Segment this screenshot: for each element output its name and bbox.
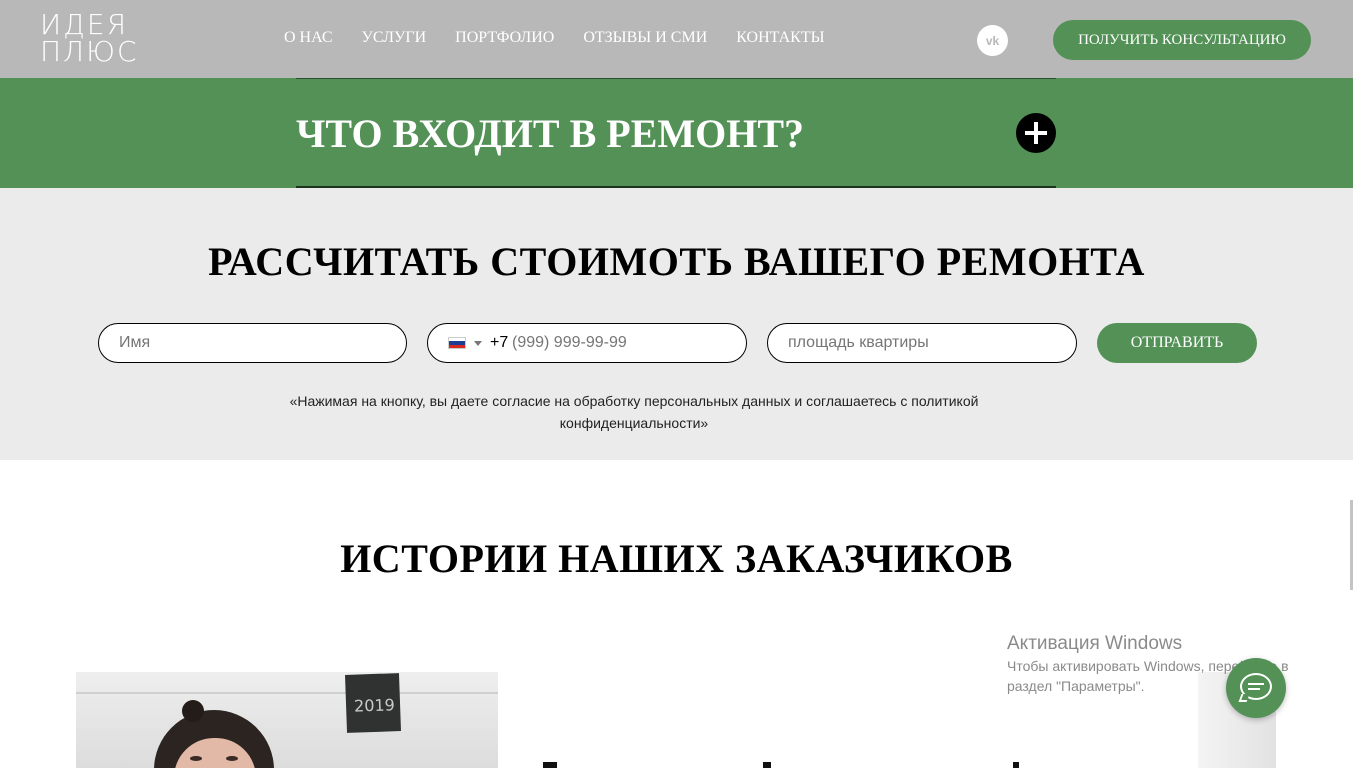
logo-line-2: ПЛЮС: [40, 35, 139, 68]
consultation-button[interactable]: ПОЛУЧИТЬ КОНСУЛЬТАЦИЮ: [1053, 20, 1311, 60]
story-text-cutoff: [543, 762, 1023, 768]
nav-item-about[interactable]: О НАС: [284, 29, 333, 47]
photo-cabinet: [76, 692, 498, 694]
nav-item-portfolio[interactable]: ПОРТФОЛИО: [455, 29, 554, 47]
russia-flag-icon[interactable]: [448, 337, 466, 349]
submit-button[interactable]: ОТПРАВИТЬ: [1097, 323, 1257, 363]
chat-icon-tail: [1238, 694, 1250, 702]
chat-icon-line: [1248, 688, 1260, 690]
chat-button[interactable]: [1226, 658, 1286, 718]
nav-item-reviews[interactable]: ОТЗЫВЫ И СМИ: [583, 29, 707, 47]
vk-icon-label: vk: [985, 33, 1000, 48]
photo-sign-text: 2019: [353, 695, 396, 716]
calc-form-section: РАССЧИТАТЬ СТОИМОТЬ ВАШЕГО РЕМОНТА +7 ОТ…: [0, 188, 1353, 460]
site-header: ИДЕЯ ПЛЮС О НАС УСЛУГИ ПОРТФОЛИО ОТЗЫВЫ …: [0, 0, 1353, 78]
chevron-down-icon[interactable]: [474, 341, 482, 346]
photo-sign: 2019: [345, 673, 401, 733]
main-nav: О НАС УСЛУГИ ПОРТФОЛИО ОТЗЫВЫ И СМИ КОНТ…: [284, 29, 854, 47]
accordion-title[interactable]: ЧТО ВХОДИТ В РЕМОНТ?: [296, 110, 804, 157]
chat-icon-line: [1248, 683, 1264, 685]
accordion-section: ЧТО ВХОДИТ В РЕМОНТ?: [0, 78, 1353, 188]
phone-country-code: +7: [490, 334, 509, 351]
phone-field[interactable]: [512, 325, 732, 361]
photo-hair-bun: [182, 700, 204, 722]
plus-icon[interactable]: [1016, 113, 1056, 153]
stories-title: ИСТОРИИ НАШИХ ЗАКАЗЧИКОВ: [340, 536, 1013, 581]
watermark-title: Активация Windows: [1007, 633, 1183, 654]
logo-line-1: ИДЕЯ: [40, 8, 129, 41]
customer-photo: 2019: [76, 672, 498, 768]
logo[interactable]: ИДЕЯ ПЛЮС: [40, 11, 142, 67]
consent-text: «Нажимая на кнопку, вы даете согласие на…: [289, 393, 979, 431]
calc-form-title: РАССЧИТАТЬ СТОИМОТЬ ВАШЕГО РЕМОНТА: [208, 239, 1145, 284]
phone-field-wrapper[interactable]: +7: [427, 323, 747, 363]
name-field[interactable]: [98, 323, 407, 363]
nav-item-services[interactable]: УСЛУГИ: [362, 29, 427, 47]
photo-eye: [190, 756, 202, 761]
nav-item-contacts[interactable]: КОНТАКТЫ: [736, 29, 824, 47]
apartment-area-field[interactable]: [767, 323, 1077, 363]
divider: [296, 78, 1056, 79]
vk-icon[interactable]: vk: [977, 25, 1008, 56]
photo-eye: [226, 756, 238, 761]
